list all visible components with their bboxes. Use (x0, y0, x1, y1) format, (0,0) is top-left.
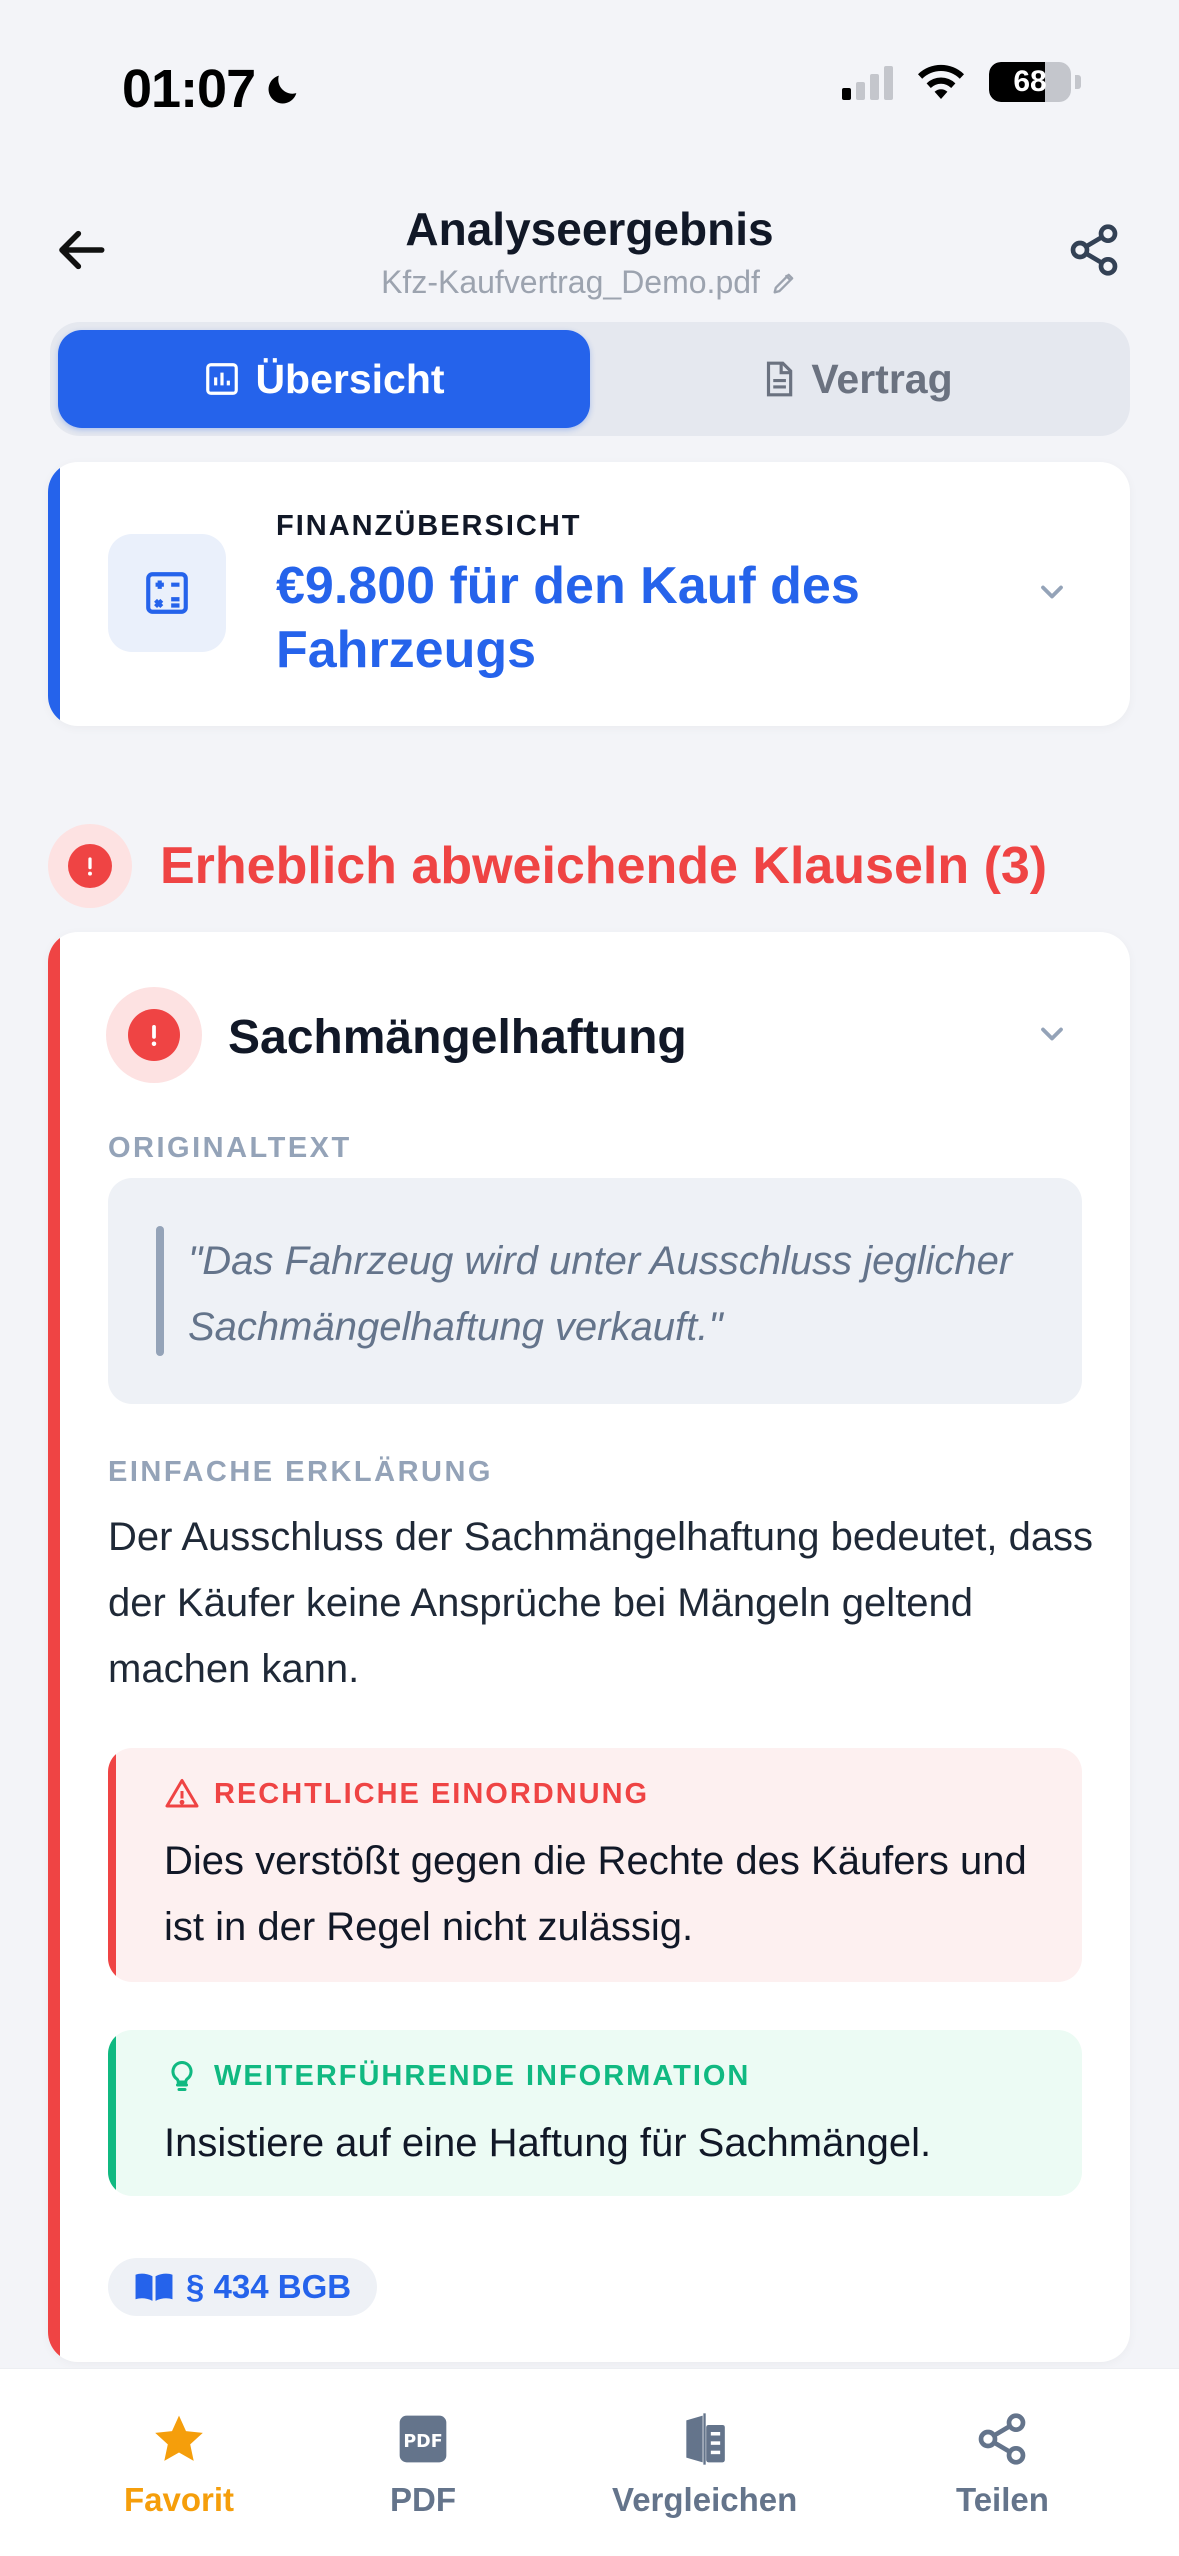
pdf-icon: PDF (399, 2415, 447, 2463)
lightbulb-icon (171, 2060, 193, 2091)
cellular-signal-icon (842, 64, 893, 100)
book-icon (135, 2273, 173, 2301)
share-icon (979, 2413, 1026, 2465)
clause-alert-icon (106, 987, 202, 1083)
arrow-left-icon (59, 230, 105, 270)
pencil-icon[interactable] (770, 269, 798, 297)
wifi-icon (918, 64, 964, 99)
status-right: 68 (842, 62, 1081, 102)
tab-contract[interactable]: Vertrag (590, 330, 1122, 428)
finance-label: FINANZÜBERSICHT (276, 510, 582, 542)
original-text-label: ORIGINALTEXT (108, 1132, 352, 1164)
warning-icon (165, 1779, 199, 1808)
header-share-button[interactable] (1059, 215, 1129, 285)
legal-assessment-text: Dies verstößt gegen die Rechte des Käufe… (164, 1839, 1027, 1949)
tab-overview[interactable]: Übersicht (58, 330, 590, 428)
tab-pdf[interactable]: PDF PDF (390, 2411, 456, 2519)
clause-title: Sachmängelhaftung (228, 1011, 687, 1064)
segmented-control: Übersicht Vertrag (50, 322, 1130, 436)
bottom-tab-bar: Favorit PDF PDF Vergleichen Teilen (0, 2368, 1179, 2556)
svg-text:PDF: PDF (403, 2432, 442, 2452)
further-info-box: WEITERFÜHRENDE INFORMATION Insistiere au… (108, 2030, 1082, 2196)
compare-icon (685, 2413, 725, 2465)
battery-icon: 68 (989, 62, 1071, 102)
star-icon (155, 2415, 203, 2461)
file-name: Kfz-Kaufvertrag_Demo.pdf (381, 264, 760, 300)
status-time: 01:07 (122, 58, 303, 120)
section-heading: Erheblich abweichende Klauseln (3) (48, 824, 1047, 908)
legal-assessment-heading: RECHTLICHE EINORDNUNG (164, 1776, 649, 1812)
chevron-down-icon[interactable] (1028, 568, 1076, 616)
further-info-heading: WEITERFÜHRENDE INFORMATION (164, 2058, 750, 2094)
clause-chevron-down-icon[interactable] (1028, 1010, 1076, 1058)
original-quote-box: "Das Fahrzeug wird unter Ausschluss jegl… (108, 1178, 1082, 1404)
explanation-label: EINFACHE ERKLÄRUNG (108, 1456, 493, 1488)
finance-accent-bar (48, 462, 60, 726)
further-info-text: Insistiere auf eine Haftung für Sachmäng… (164, 2121, 932, 2165)
title-block: Analyseergebnis Kfz-Kaufvertrag_Demo.pdf (250, 202, 929, 301)
section-title: Erheblich abweichende Klauseln (3) (160, 837, 1048, 895)
status-bar: 01:07 68 (0, 0, 1179, 150)
chart-icon (206, 363, 239, 395)
clause-card: Sachmängelhaftung ORIGINALTEXT "Das Fahr… (48, 932, 1130, 2362)
alert-icon (48, 824, 132, 908)
file-name-row[interactable]: Kfz-Kaufvertrag_Demo.pdf (250, 264, 929, 301)
tab-favorite[interactable]: Favorit (124, 2411, 234, 2519)
calculator-icon-wrap (108, 534, 226, 652)
explanation-text: Der Ausschluss der Sachmängelhaftung bed… (108, 1515, 1094, 1691)
finance-overview-card[interactable]: FINANZÜBERSICHT €9.800 für den Kauf des … (48, 462, 1130, 726)
law-reference-tag[interactable]: § 434 BGB (108, 2258, 378, 2316)
clause-accent-bar (48, 932, 60, 2362)
tab-share[interactable]: Teilen (956, 2411, 1049, 2519)
tab-compare[interactable]: Vergleichen (612, 2411, 797, 2519)
legal-assessment-box: RECHTLICHE EINORDNUNG Dies verstößt gege… (108, 1748, 1082, 1982)
page-title: Analyseergebnis (405, 203, 774, 255)
finance-value: €9.800 für den Kauf des Fahrzeugs (276, 557, 860, 679)
calculator-icon (146, 572, 188, 614)
document-icon (767, 361, 793, 397)
nav-header: Analyseergebnis Kfz-Kaufvertrag_Demo.pdf (0, 190, 1179, 310)
moon-icon (268, 75, 297, 104)
share-icon (1070, 224, 1118, 276)
back-button[interactable] (48, 215, 118, 285)
original-quote-text: "Das Fahrzeug wird unter Ausschluss jegl… (188, 1239, 1013, 1349)
